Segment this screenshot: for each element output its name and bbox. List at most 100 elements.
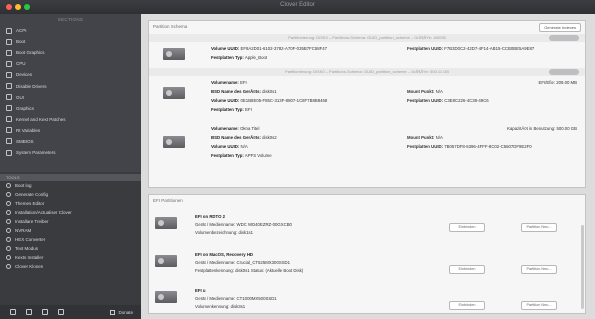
partition-row: Festplatten Typ: EFI [211,107,252,112]
sidebar-item[interactable]: Boot Graphics [0,47,141,58]
partition-schema-title: Partition Schema [153,24,188,29]
tool-item-label: Boot log [15,183,32,188]
cpu-icon [6,60,12,67]
home-icon[interactable] [42,309,48,315]
title-bar: Clover Editor [0,0,595,14]
partition-row: Festplatten Typ: Apple_Boot [211,55,268,60]
tool-item-label: Clover Klonen [15,264,44,269]
tool-item-label: Themes Editor [15,201,45,206]
tool-item[interactable]: Installare Treiber [0,217,141,226]
drive-icon [163,136,185,148]
efi-disk-volume: Festplattenkennung: disk0s1 Status: (Akt… [195,268,304,273]
tool-item-label: Installare Treiber [15,219,49,224]
sidebar-item[interactable]: Rt Variables [0,125,141,136]
partition-schema-panel: Partition Schema Generate Indexes Partit… [148,20,586,188]
sidebar-item-label: Kernel and Kext Patches [16,116,66,122]
tool-item[interactable]: Boot log [0,181,141,190]
tool-item-label: HEX Converter [15,237,46,242]
efi-disk-model: Gerät / Medienname: CT1000MX500SSD1 [195,296,277,301]
tools-heading: TOOLS [6,175,20,180]
sidebar-footer: Donate [0,305,141,319]
settings-icon[interactable] [58,309,64,315]
sidebar-item-label: Rt Variables [16,127,41,133]
partition-row-right: Festplatten UUID: F7B3D0C2-42D7-4F14-AB1… [407,46,535,51]
tool-item[interactable]: Installation/Actualiser Clover [0,208,141,217]
efi-disk-volume: Volumenbezeichnung: disk1s1 [195,230,254,235]
scrollbar[interactable] [581,225,584,309]
sidebar-item[interactable]: Devices [0,69,141,80]
partition-toggle[interactable] [549,35,579,41]
partition-size: EFI/Efie: 209.00 MB [538,80,577,85]
themes-editor-icon [6,201,11,206]
partition-toggle[interactable] [549,69,579,75]
sidebar-item[interactable]: CPU [0,58,141,69]
efi-disk-model: Gerät / Medienname: Crucial_CT525MX300SS… [195,260,291,265]
partition-row: Volumename: EFI [211,80,247,85]
window-title: Clover Editor [280,2,315,8]
partition-capacity: KapazitÃ¤t in Benutzung: 500.00 GB [507,126,577,131]
partition-new-button[interactable]: Partition Neu... [521,223,557,232]
partition-new-button[interactable]: Partition Neu... [521,301,557,310]
kernel-icon [6,116,12,123]
installer-icon [6,210,11,215]
boot-log-icon [6,183,11,188]
tool-item[interactable]: Themes Editor [0,199,141,208]
drive-icon [163,48,185,60]
sidebar-item[interactable]: Kernel and Kext Patches [0,114,141,125]
partition-row-right: Mount Punkt: N/A [407,89,443,94]
tool-item-label: Installation/Actualiser Clover [15,210,72,215]
app-window: Clover Editor SECTIONS ACPI Boot Boot Grap… [0,0,595,319]
donate-button[interactable]: Donate [110,309,133,315]
mount-button[interactable]: Einbinden [449,223,485,232]
tool-item[interactable]: NVRAM [0,226,141,235]
clover-clone-icon [6,264,11,269]
smbios-icon [6,138,12,145]
sidebar-item-label: GUI [16,94,25,100]
tool-item[interactable]: Text Modus [0,244,141,253]
tools-list: Boot log Generate Config Themes Editor Inst… [0,181,141,271]
efi-partitions-title: EFI Partitionen [153,198,183,203]
share-icon[interactable] [10,309,16,315]
boot-icon [6,38,12,45]
sidebar-item[interactable]: ACPI [0,25,141,36]
boot-graphics-icon [6,49,12,56]
system-parameters-icon [6,149,12,156]
donate-label: Donate [118,309,133,315]
hex-converter-icon [6,237,11,242]
tool-item-label: Text Modus [15,246,39,251]
tool-item[interactable]: Generate Config [0,190,141,199]
sidebar-item[interactable]: GUI [0,92,141,103]
sidebar-item-label: Boot [16,39,26,45]
drivers-icon [6,219,11,224]
efi-partitions-panel: EFI Partitionen EFI on RDTO 2 Gerät / Me… [148,194,586,314]
sidebar-item[interactable]: Boot [0,36,141,47]
sidebar-item-label: System Parameters [16,150,56,156]
sidebar-item[interactable]: Graphics [0,103,141,114]
efi-disk-item: EFI u Gerät / Medienname: CT1000MX500SSD… [149,283,579,315]
nvram-icon [6,228,11,233]
sidebar-item[interactable]: System Parameters [0,147,141,158]
sidebar-item[interactable]: SMBIOS [0,136,141,147]
tool-item[interactable]: Clover Klonen [0,262,141,271]
partition-new-button[interactable]: Partition Neu... [521,265,557,274]
devices-icon [6,71,12,78]
main-content: Partition Schema Generate Indexes Partit… [141,14,595,319]
gui-icon [6,94,12,101]
efi-disk-item: EFI on RDTO 2 Gerät / Medienname: WDC WD… [149,209,579,241]
drive-icon [155,217,177,229]
sidebar-item-label: SMBIOS [16,138,34,144]
mount-button[interactable]: Einbinden [449,301,485,310]
sidebar-item-label: Disable Drivers [16,83,47,89]
partition-row-right: Mount Punkt: N/A [407,135,443,140]
tool-item[interactable]: Kexts Installer [0,253,141,262]
tools-separator: TOOLS [0,174,141,181]
mount-button[interactable]: Einbinden [449,265,485,274]
sidebar-item-label: Devices [16,72,33,78]
folder-icon[interactable] [26,309,32,315]
generate-indexes-button[interactable]: Generate Indexes [539,23,581,32]
sidebar-item[interactable]: Disable Drivers [0,80,141,91]
partition-row: Festplatten Typ: APFS Volume [211,153,272,158]
tool-item-label: Kexts Installer [15,255,44,260]
tool-item[interactable]: HEX Converter [0,235,141,244]
efi-disk-name: EFI on MacOS, Recovery HD [195,252,254,257]
